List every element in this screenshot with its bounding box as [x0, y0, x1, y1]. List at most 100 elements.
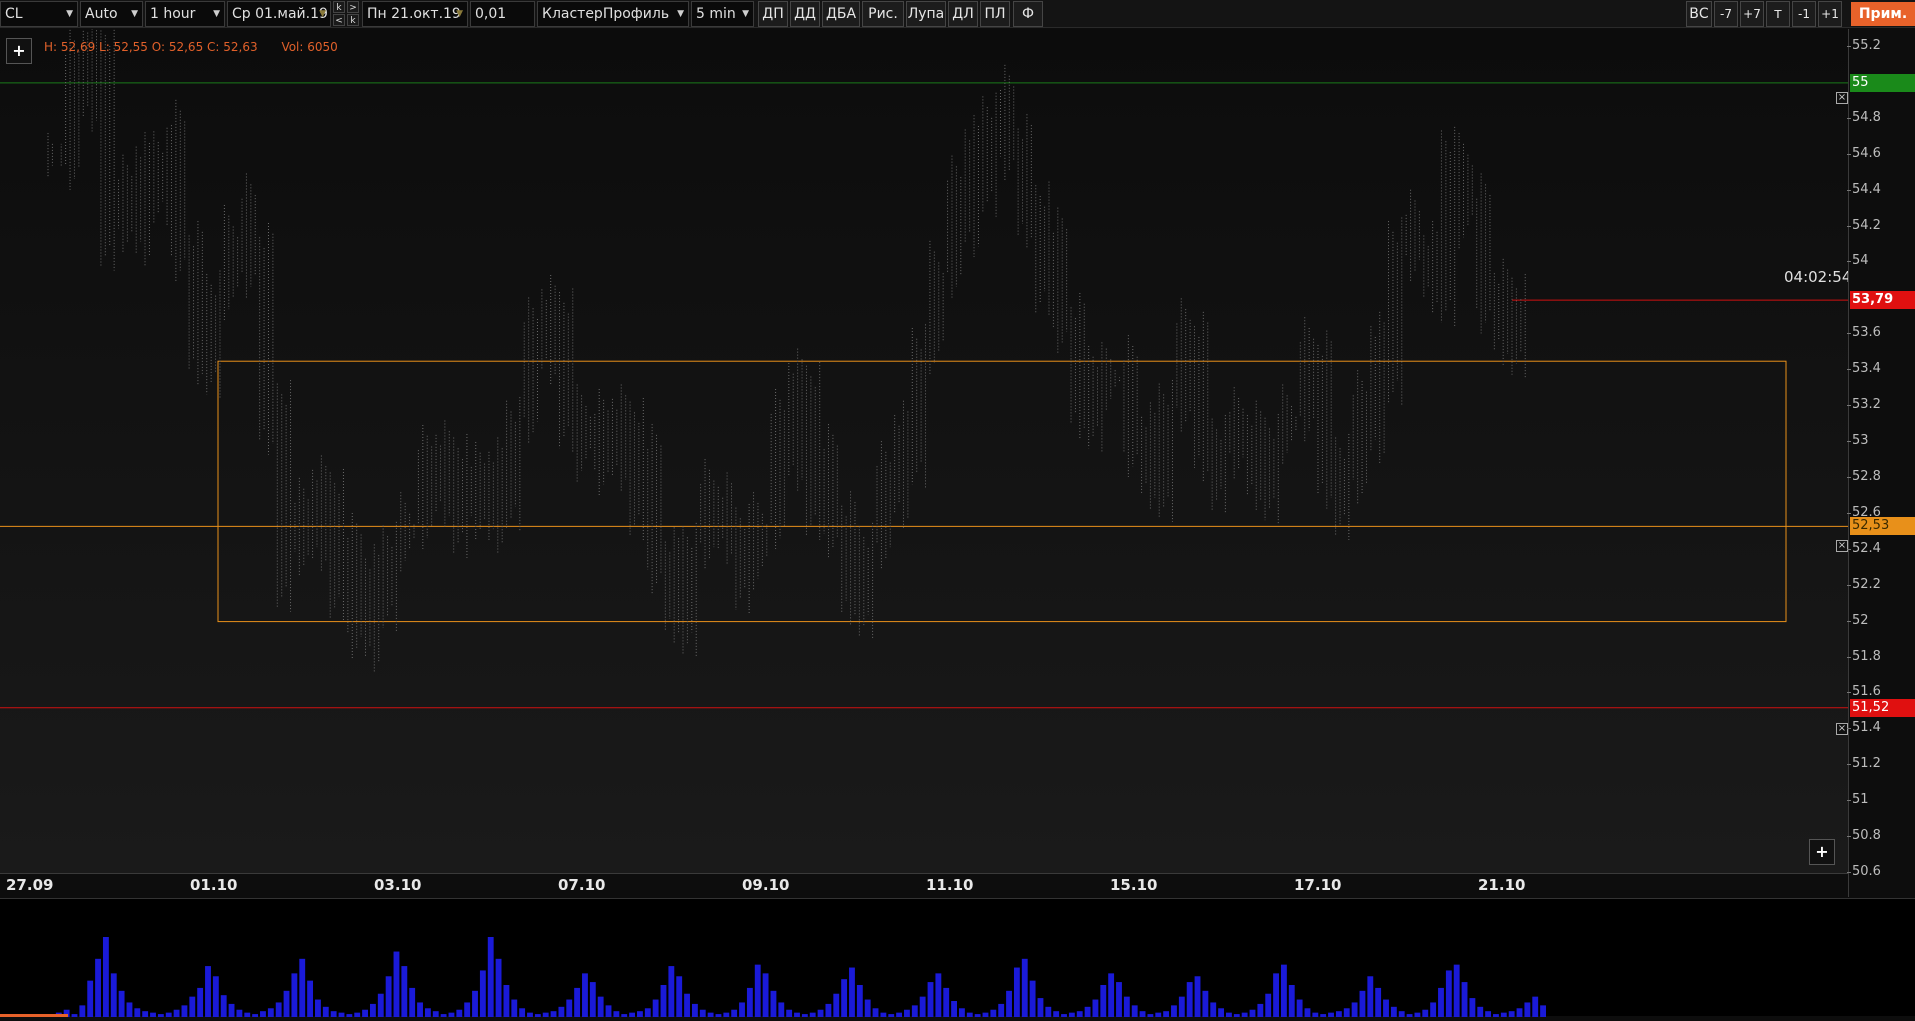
volume-bar — [1390, 1006, 1397, 1017]
volume-bar — [1524, 1002, 1531, 1017]
indicator-select[interactable]: КластерПрофиль ▼ — [537, 1, 689, 27]
time-axis[interactable]: 27.09 01.10 03.10 07.10 09.10 11.10 15.10 17.10… — [0, 873, 1848, 897]
close-level-55-icon[interactable]: × — [1836, 92, 1848, 104]
ohlc-info: H: 52,69 L: 52,55 O: 52,65 C: 52,63 Vol:… — [44, 40, 338, 54]
volume-bar — [1116, 982, 1122, 1017]
dp-button[interactable]: ДП — [758, 1, 788, 27]
indicator-value: КластерПрофиль — [542, 6, 670, 22]
volume-bar — [1453, 964, 1460, 1017]
volume-bar — [1477, 1006, 1484, 1017]
volume-bar — [1351, 1002, 1358, 1017]
volume-bar — [1108, 973, 1115, 1017]
volume-bar — [1021, 958, 1028, 1017]
volume-bar — [464, 1002, 471, 1017]
draw-button[interactable]: Рис. — [862, 1, 904, 27]
price-chart[interactable]: + H: 52,69 L: 52,55 O: 52,65 C: 52,63 Vo… — [0, 29, 1848, 873]
price-tick: 52 — [1847, 612, 1869, 628]
volume-bar — [558, 1006, 565, 1017]
price-axis[interactable]: 55.2 54.8 54.6 54.4 54.2 54 53.6 53.4 53.2 53 52.8… — [1847, 29, 1915, 897]
volume-bar — [1053, 1011, 1060, 1017]
minus1-button[interactable]: -1 — [1792, 1, 1816, 27]
pl-button[interactable]: ПЛ — [980, 1, 1010, 27]
date-to-picker[interactable]: Пн 21.окт.19 ▼ — [362, 1, 468, 27]
dd-button[interactable]: ДД — [790, 1, 820, 27]
volume-bar — [338, 1012, 345, 1017]
scale-select[interactable]: Auto ▼ — [80, 1, 143, 27]
volume-bar — [1430, 1002, 1437, 1017]
symbol-select[interactable]: CL ▼ — [0, 1, 78, 27]
volume-bar — [597, 996, 604, 1017]
date-tick: 01.10 — [190, 876, 238, 894]
plus1-button[interactable]: +1 — [1818, 1, 1842, 27]
chart-canvas[interactable] — [0, 29, 1848, 873]
volume-bar — [668, 966, 675, 1017]
volume-bar — [197, 987, 204, 1017]
tick-size-value: 0,01 — [475, 6, 507, 22]
volume-bar — [102, 937, 109, 1017]
volume-bar — [1013, 967, 1020, 1017]
volume-bar — [880, 1012, 887, 1017]
volume-bar — [707, 1012, 714, 1017]
cluster-period-value: 5 min — [696, 6, 736, 22]
chevron-down-icon: ▼ — [456, 9, 463, 19]
magnifier-button[interactable]: Лупа — [906, 1, 946, 27]
price-tick: 52.8 — [1847, 468, 1881, 484]
volume-bar — [927, 982, 934, 1017]
chevron-down-icon: ▼ — [66, 9, 73, 19]
volume-bar — [1076, 1011, 1083, 1017]
date-from-picker[interactable]: Ср 01.май.19 ▼ — [227, 1, 331, 27]
dba-button[interactable]: ДБА — [822, 1, 860, 27]
dl-button[interactable]: ДЛ — [948, 1, 978, 27]
volume-bar — [1461, 982, 1468, 1017]
filter-button[interactable]: Ф — [1013, 1, 1043, 27]
volume-bar — [1469, 998, 1476, 1017]
date-tick: 15.10 — [1110, 876, 1158, 894]
volume-bar — [87, 980, 94, 1017]
price-tick: 52.4 — [1847, 540, 1881, 556]
volume-bar — [739, 1002, 745, 1017]
volume-bar — [746, 987, 753, 1017]
price-tick: 55.2 — [1847, 37, 1881, 53]
volume-bar — [275, 1002, 282, 1017]
k-prev-button-2[interactable]: k — [347, 14, 359, 26]
volume-bar — [472, 990, 478, 1017]
volume-bar — [503, 985, 510, 1017]
date-from-value: Ср 01.май.19 — [232, 6, 328, 22]
price-level-label: 52,53 — [1850, 517, 1915, 536]
date-to-value: Пн 21.окт.19 — [367, 6, 461, 22]
volume-bar — [1202, 990, 1209, 1017]
k-prev-button[interactable]: < — [333, 14, 345, 26]
volume-value: Vol: 6050 — [281, 40, 338, 54]
volume-bar — [1273, 973, 1279, 1017]
date-tick: 17.10 — [1294, 876, 1342, 894]
notes-button[interactable]: Прим. — [1851, 2, 1915, 26]
timeframe-select[interactable]: 1 hour ▼ — [145, 1, 225, 27]
volume-bar — [1335, 1011, 1342, 1017]
plus7-button[interactable]: +7 — [1740, 1, 1764, 27]
vs-button[interactable]: ВС — [1686, 1, 1712, 27]
k-stepper: k < — [333, 1, 345, 27]
add-top-button[interactable]: + — [6, 38, 32, 64]
tick-size-input[interactable]: 0,01 — [470, 1, 535, 27]
volume-bar — [1265, 993, 1272, 1017]
minus7-button[interactable]: -7 — [1714, 1, 1738, 27]
price-zone-rect — [217, 360, 1787, 623]
volume-bar — [385, 976, 392, 1017]
volume-bar — [998, 1003, 1005, 1017]
volume-bar — [652, 999, 659, 1017]
volume-bar — [1445, 970, 1452, 1017]
date-tick: 09.10 — [742, 876, 790, 894]
t-button[interactable]: т — [1766, 1, 1790, 27]
volume-bar — [1257, 1003, 1264, 1017]
cluster-period-select[interactable]: 5 min ▼ — [691, 1, 754, 27]
add-bottom-button[interactable]: + — [1809, 839, 1835, 865]
k-next-button-2[interactable]: > — [347, 1, 359, 13]
k-next-button[interactable]: k — [333, 1, 345, 13]
volume-bar — [95, 958, 101, 1017]
volume-bar — [220, 995, 227, 1017]
price-tick: 54.2 — [1847, 217, 1881, 233]
close-level-52-53-icon[interactable]: × — [1836, 540, 1848, 552]
chevron-down-icon: ▼ — [319, 9, 326, 19]
volume-bar — [582, 973, 588, 1017]
chevron-down-icon: ▼ — [742, 9, 749, 19]
